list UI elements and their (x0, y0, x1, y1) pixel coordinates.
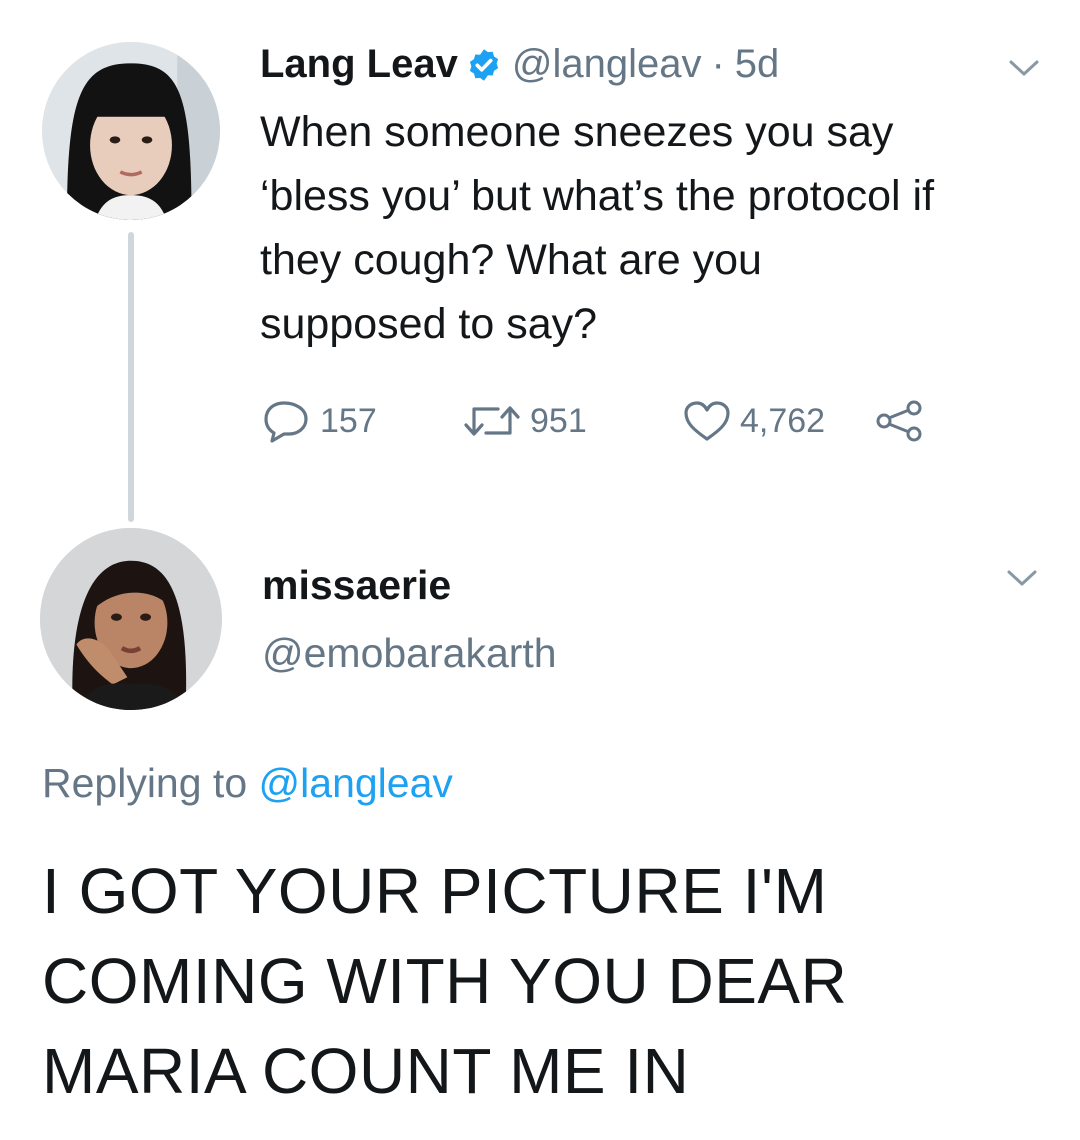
tweet-text-line: supposed to say? (260, 300, 598, 348)
reply-text-line: COMING WITH YOU DEAR (42, 945, 848, 1017)
replying-to: Replying to @langleav (42, 758, 453, 808)
tweet-header: Lang Leav @langleav · 5d (260, 40, 779, 88)
reply-count: 157 (320, 401, 377, 440)
retweet-icon (464, 406, 520, 436)
retweet-count: 951 (530, 401, 587, 440)
share-button[interactable] (872, 399, 928, 443)
reply-author-handle[interactable]: @emobarakarth (262, 628, 557, 678)
avatar-image (42, 42, 220, 220)
tweet-text-line: ‘bless you’ but what’s the protocol if (260, 172, 935, 220)
like-icon (684, 401, 730, 441)
header-separator: · (711, 42, 725, 86)
chevron-down-icon[interactable] (1008, 58, 1040, 78)
tweet-text: When someone sneezes you say ‘bless you’… (260, 100, 1050, 356)
tweet-text-line: When someone sneezes you say (260, 108, 894, 156)
tweet-text-line: they cough? What are you (260, 236, 762, 284)
reply-author-display-name[interactable]: missaerie (262, 560, 451, 610)
retweet-button[interactable]: 951 (462, 399, 682, 443)
reply-text: I GOT YOUR PICTURE I'M COMING WITH YOU D… (42, 846, 1052, 1116)
reply-author-avatar[interactable] (40, 528, 222, 710)
tweet-timestamp[interactable]: 5d (735, 40, 780, 88)
like-count: 4,762 (740, 401, 826, 440)
thread-connector-line (128, 232, 134, 522)
verified-badge-icon (466, 46, 502, 82)
share-icon (876, 400, 922, 442)
author-display-name[interactable]: Lang Leav (260, 40, 458, 88)
reply-icon (264, 401, 308, 443)
author-avatar[interactable] (42, 42, 220, 220)
author-handle[interactable]: @langleav (512, 40, 702, 88)
replying-to-label: Replying to (42, 760, 248, 806)
like-button[interactable]: 4,762 (682, 399, 872, 443)
reply-text-line: I GOT YOUR PICTURE I'M (42, 855, 828, 927)
reply-button[interactable]: 157 (262, 399, 462, 443)
reply-text-line: MARIA COUNT ME IN (42, 1035, 690, 1107)
chevron-down-icon[interactable] (1006, 568, 1038, 588)
tweet-actions: 157 951 4,762 (262, 395, 928, 447)
replying-to-mention-link[interactable]: @langleav (259, 760, 453, 806)
avatar-image (40, 528, 222, 710)
